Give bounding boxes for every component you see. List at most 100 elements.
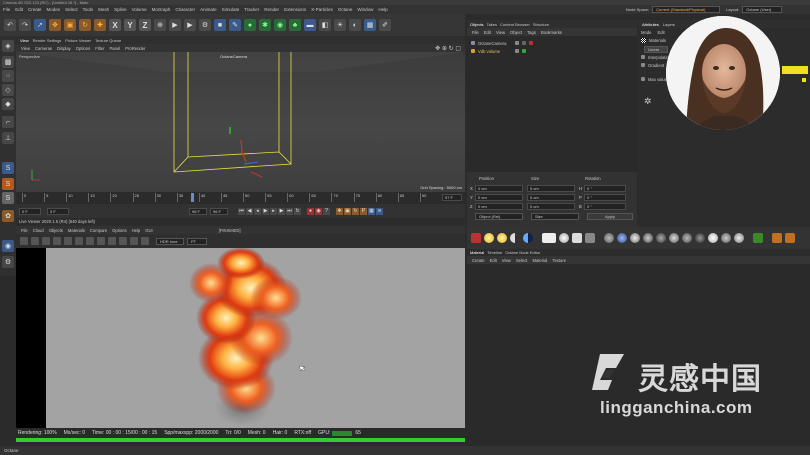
tab-layers[interactable]: Layers [663,22,675,27]
menu-simulate[interactable]: Simulate [222,7,240,12]
check-icon[interactable] [522,49,526,53]
position-y-field[interactable]: 0 cm [475,194,523,201]
prev-key-icon[interactable]: ◀ [246,207,253,215]
loop-icon[interactable]: ↻ [294,207,301,215]
scripts-icon[interactable] [772,233,782,243]
position-x-field[interactable]: 0 cm [475,185,523,192]
render-picture-viewer-icon[interactable]: ▶ [184,19,196,31]
focus-pick-icon[interactable] [119,237,127,245]
menu-octane[interactable]: Octane [338,7,353,12]
y-axis-button[interactable]: Y [124,19,136,31]
lock-icon[interactable] [64,237,72,245]
octane-icon[interactable]: ◐ [349,19,361,31]
material-sphere-icon[interactable] [559,233,569,243]
texture-env-icon[interactable] [523,233,533,243]
vp-menu-prorender[interactable]: ProRender [125,46,145,51]
menu-edit[interactable]: Edit [15,7,23,12]
gradient-knot[interactable] [802,78,806,82]
key-position-icon[interactable]: ✥ [336,207,343,215]
material-ball-3[interactable] [630,233,640,243]
tab-render-settings[interactable]: Render Settings [33,38,62,43]
menu-render[interactable]: Render [264,7,279,12]
radio-icon[interactable] [641,63,645,67]
render-view-icon[interactable]: ▶ [169,19,181,31]
mat-menu-select[interactable]: Select [516,258,528,263]
tab-material[interactable]: Material [470,250,484,255]
light-icon[interactable]: ☀ [334,19,346,31]
interpolation-icon[interactable]: ≋ [376,207,383,215]
tab-structure[interactable]: Structure [533,22,549,27]
render-settings-icon[interactable]: ⚙ [199,19,211,31]
scale-icon[interactable]: ▣ [64,19,76,31]
gradient-swatch[interactable] [782,66,808,74]
play-icon[interactable]: ▶ [262,207,269,215]
material-ball-9[interactable] [708,233,718,243]
vp-menu-panel[interactable]: Panel [110,46,121,51]
brush-icon[interactable]: ✐ [379,19,391,31]
lv-menu-cloud[interactable]: Cloud [33,228,44,233]
rotate-icon[interactable]: ↻ [79,19,91,31]
coord-mode-dropdown[interactable]: Object (Rel) [475,213,523,220]
mat-menu-view[interactable]: View [502,258,511,263]
key-param-icon[interactable]: P [360,207,367,215]
kernel-dropdown[interactable]: PT [187,237,207,245]
recent-tool-icon[interactable]: ✚ [94,19,106,31]
visibility-dots-icon[interactable] [515,41,519,45]
om-menu-edit[interactable]: Edit [484,30,491,35]
apply-button[interactable]: Apply [587,213,633,220]
next-key-icon[interactable]: ▶ [278,207,285,215]
menu-animate[interactable]: Animate [200,7,217,12]
material-ball-7[interactable] [682,233,692,243]
channel-icon[interactable] [141,237,149,245]
tab-takes[interactable]: Takes [487,22,497,27]
floor-icon[interactable]: ▬ [304,19,316,31]
radio-icon[interactable] [641,55,645,59]
menu-volume[interactable]: Volume [132,7,147,12]
material-ball-1[interactable] [604,233,614,243]
cube-icon[interactable]: ■ [214,19,226,31]
3d-viewport[interactable]: Perspective OctaneCamera Grid Spacing : … [16,52,465,192]
tab-node-editor[interactable]: Octane Node Editor [505,250,540,255]
area-light-icon[interactable] [542,233,556,243]
rotation-h-field[interactable]: 0 ° [584,185,626,192]
start-frame-field[interactable]: 0 F [47,207,69,215]
lv-menu-help[interactable]: Help [132,228,141,233]
scatter-icon[interactable] [585,233,595,243]
tab-attributes[interactable]: Attributes [642,22,659,27]
node-space-dropdown[interactable]: Current (Standard/Physical) [652,6,721,13]
attr-menu-edit[interactable]: Edit [657,30,664,35]
snap-icon[interactable]: S [2,162,14,174]
node-graph-icon[interactable]: ✲ [644,96,652,107]
camera-icon[interactable]: ◧ [319,19,331,31]
tab-objects[interactable]: Objects [470,22,484,27]
tab-picture-viewer[interactable]: Picture Viewer [65,38,91,43]
tonemap-dropdown[interactable]: HDR tone [156,237,184,245]
om-menu-tags[interactable]: Tags [527,30,536,35]
visibility-dots-icon[interactable] [515,49,519,53]
mat-menu-material[interactable]: Material [532,258,547,263]
menu-select[interactable]: Select [65,7,78,12]
menu-modes[interactable]: Modes [47,7,61,12]
tab-timeline[interactable]: Timeline [487,250,502,255]
region-render-icon[interactable] [97,237,105,245]
object-row-vdb[interactable]: Vdb volume [467,47,637,55]
lv-menu-gui[interactable]: GUI [145,228,152,233]
radio-icon[interactable] [641,77,645,81]
coordinate-system-icon[interactable]: ⊕ [154,19,166,31]
settings-icon[interactable]: ⚙ [2,256,14,268]
menu-create[interactable]: Create [28,7,42,12]
tab-texture-queue[interactable]: Texture Queue [95,38,121,43]
redo-icon[interactable]: ↷ [19,19,31,31]
menu-tools[interactable]: Tools [83,7,94,12]
rotation-p-field[interactable]: 0 ° [584,194,626,201]
make-editable-icon[interactable]: ◈ [2,40,14,52]
menu-mograph[interactable]: MoGraph [152,7,171,12]
cloner-icon[interactable]: ✱ [259,19,271,31]
z-axis-button[interactable]: Z [139,19,151,31]
field-icon[interactable]: ◉ [274,19,286,31]
om-menu-object[interactable]: Object [510,30,522,35]
points-mode-icon[interactable]: ⁘ [2,70,14,82]
script-icon[interactable]: S [2,192,14,204]
white-balance-icon[interactable] [130,237,138,245]
vp-menu-view[interactable]: View [21,46,30,51]
